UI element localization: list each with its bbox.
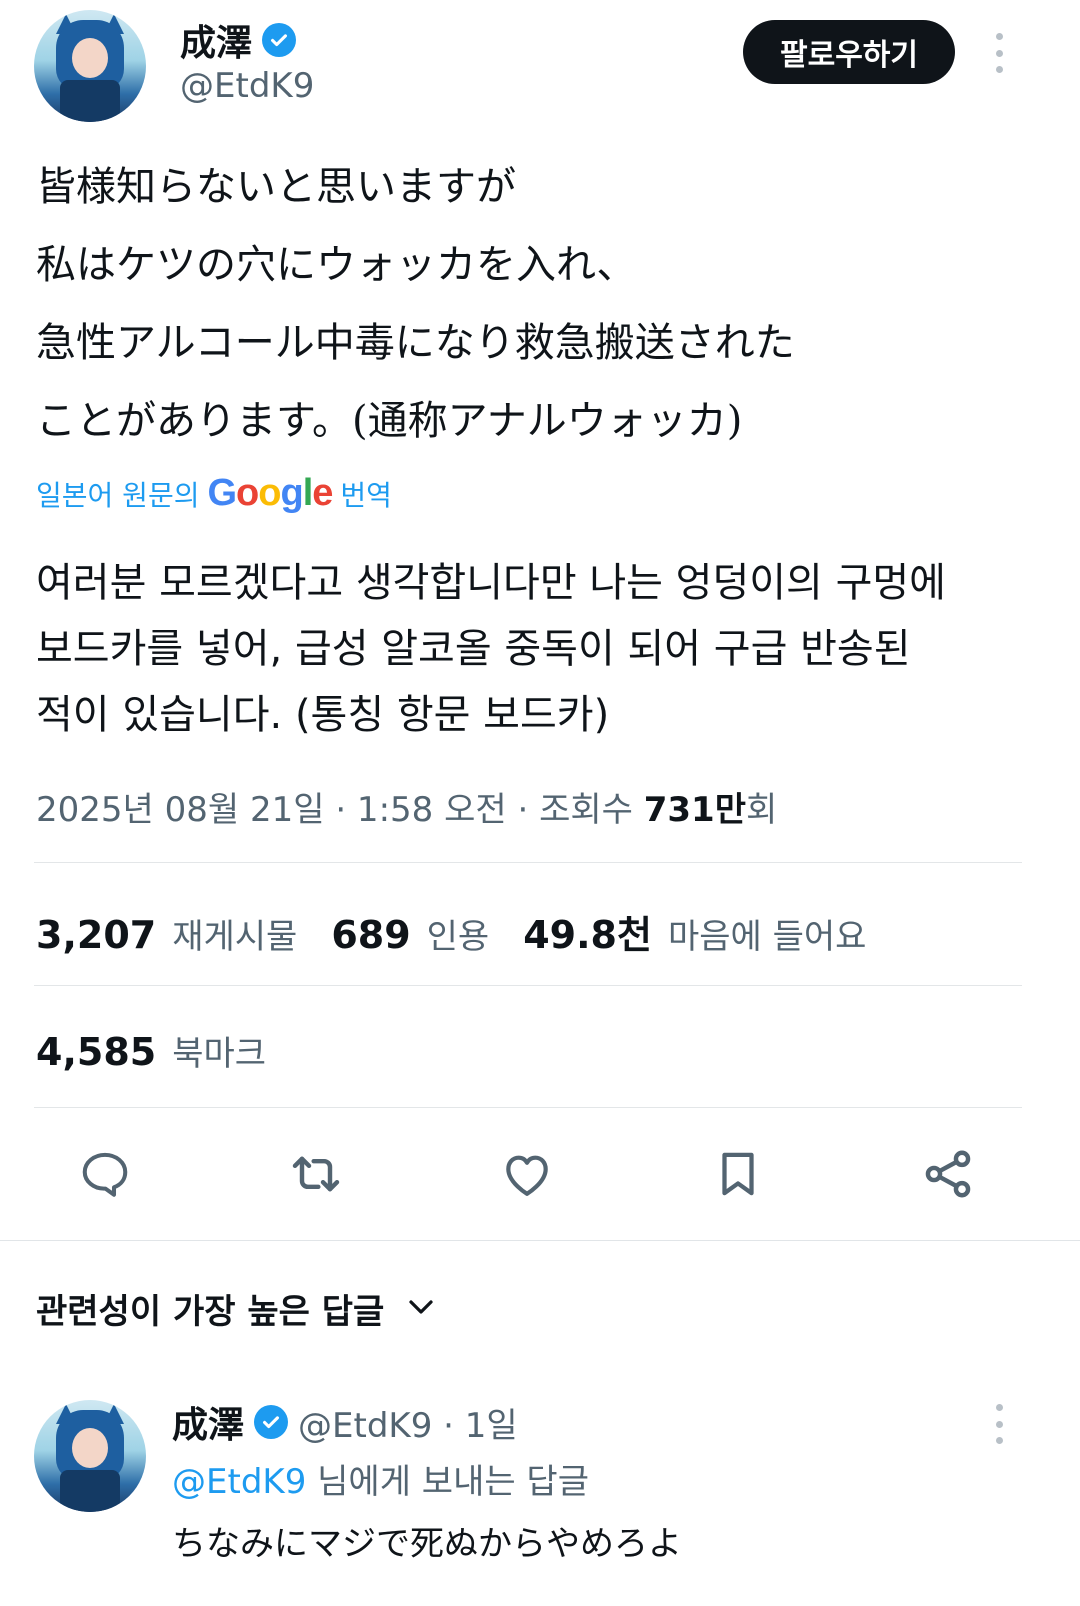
reply-to-suffix: 님에게 보내는 답글 bbox=[306, 1462, 589, 1502]
verified-badge-icon bbox=[262, 23, 297, 57]
reply-sort-selector[interactable]: 관련성이 가장 높은 답글 bbox=[36, 1284, 436, 1333]
tweet-text-line-3: 急性アルコール中毒になり救急搬送された bbox=[36, 320, 795, 366]
reply-handle-time[interactable]: @EtdK9 · 1일 bbox=[298, 1398, 518, 1447]
view-count-suffix: 회 bbox=[746, 790, 778, 830]
bookmark-label[interactable]: 북마크 bbox=[172, 1026, 266, 1075]
tweet-text-line-4: ことがあります。(通称アナルウォッカ) bbox=[36, 398, 743, 444]
chevron-down-icon[interactable] bbox=[406, 1297, 436, 1321]
heart-icon[interactable] bbox=[499, 1146, 555, 1202]
repost-count[interactable]: 3,207 bbox=[36, 913, 156, 957]
translation-attribution[interactable]: 일본어 원문의 Google 번역 bbox=[36, 472, 392, 515]
author-name[interactable]: 成澤 bbox=[180, 14, 252, 66]
more-options-icon[interactable] bbox=[993, 33, 1005, 73]
quote-label[interactable]: 인용 bbox=[427, 909, 490, 958]
bookmark-stats: 4,585 북마크 bbox=[36, 1026, 300, 1075]
author-name-row[interactable]: 成澤 bbox=[180, 14, 297, 66]
reply-text: ちなみにマジで死ぬからやめろよ bbox=[172, 1524, 682, 1564]
tweet-text-line-1: 皆様知らないと思いますが bbox=[36, 164, 516, 210]
tweet-datetime[interactable]: 2025년 08월 21일 · 1:58 오전 · 조회수 bbox=[36, 790, 644, 830]
quote-count[interactable]: 689 bbox=[331, 913, 410, 957]
reply-to-mention[interactable]: @EtdK9 bbox=[172, 1462, 306, 1502]
reply-more-options-icon[interactable] bbox=[993, 1404, 1005, 1444]
tweet-meta: 2025년 08월 21일 · 1:58 오전 · 조회수 731만회 bbox=[36, 782, 777, 831]
reply-to-line: @EtdK9 님에게 보내는 답글 bbox=[172, 1454, 589, 1503]
share-icon[interactable] bbox=[920, 1146, 976, 1202]
bookmark-count[interactable]: 4,585 bbox=[36, 1030, 156, 1074]
translated-text-line-2: 보드카를 넣어, 급성 알코올 중독이 되어 구급 반송된 bbox=[36, 626, 911, 672]
reply-avatar[interactable] bbox=[34, 1400, 146, 1512]
author-avatar[interactable] bbox=[34, 10, 146, 122]
translated-text-line-3: 적이 있습니다. (통칭 항문 보드카) bbox=[36, 692, 610, 738]
like-count[interactable]: 49.8천 bbox=[523, 904, 652, 959]
reply-icon[interactable] bbox=[77, 1146, 133, 1202]
divider bbox=[34, 1107, 1022, 1108]
translated-text-line-1: 여러분 모르겠다고 생각합니다만 나는 엉덩이의 구멍에 bbox=[36, 560, 946, 606]
reply-header: 成澤 @EtdK9 · 1일 bbox=[172, 1396, 518, 1448]
translation-prefix: 일본어 원문의 bbox=[36, 479, 200, 512]
verified-badge-icon bbox=[254, 1405, 289, 1439]
reply-sort-label[interactable]: 관련성이 가장 높은 답글 bbox=[36, 1284, 384, 1333]
translation-suffix: 번역 bbox=[340, 479, 392, 512]
repost-icon[interactable] bbox=[288, 1146, 344, 1202]
author-handle[interactable]: @EtdK9 bbox=[180, 66, 314, 106]
view-count: 731만 bbox=[643, 790, 746, 830]
reply-author-name[interactable]: 成澤 bbox=[172, 1396, 244, 1448]
section-divider bbox=[0, 1240, 1080, 1241]
bookmark-icon[interactable] bbox=[710, 1146, 766, 1202]
repost-label[interactable]: 재게시물 bbox=[172, 909, 297, 958]
follow-button[interactable]: 팔로우하기 bbox=[743, 20, 955, 84]
divider bbox=[34, 862, 1022, 863]
divider bbox=[34, 985, 1022, 986]
like-label[interactable]: 마음에 들어요 bbox=[668, 909, 867, 958]
engagement-stats: 3,207 재게시물 689 인용 49.8천 마음에 들어요 bbox=[36, 904, 900, 959]
google-logo: Google bbox=[207, 472, 333, 514]
tweet-text-line-2: 私はケツの穴にウォッカを入れ、 bbox=[36, 242, 637, 288]
